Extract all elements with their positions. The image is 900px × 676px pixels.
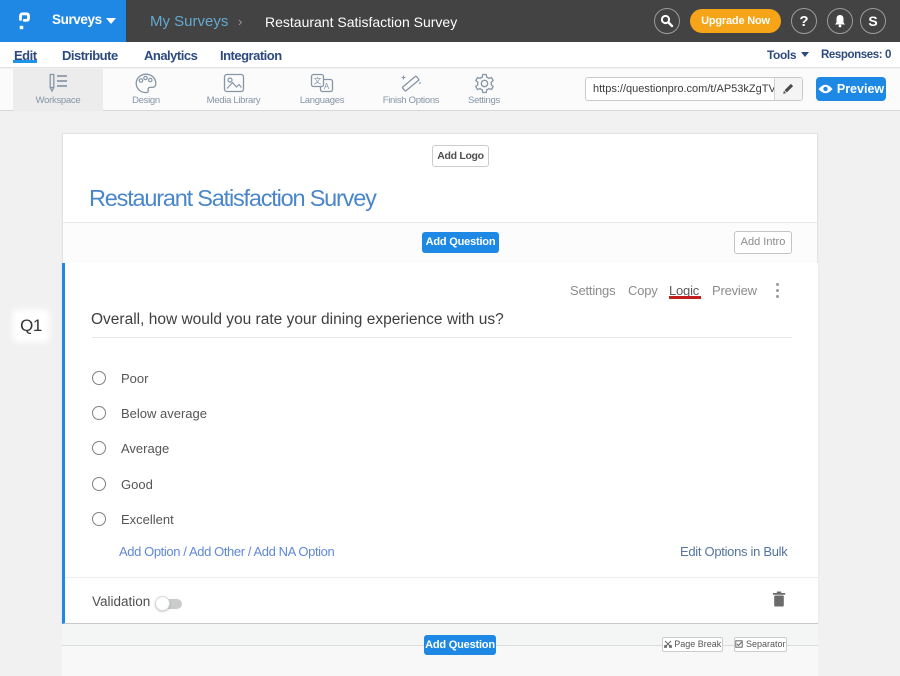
svg-text:A: A: [324, 82, 330, 91]
svg-text:文: 文: [314, 76, 322, 86]
